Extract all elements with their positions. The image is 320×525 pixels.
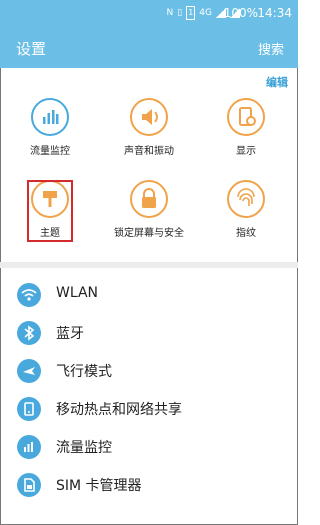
list-item-label: 移动热点和网络共享 — [56, 402, 182, 418]
bluetooth-icon — [17, 321, 41, 345]
selection-highlight — [27, 180, 73, 242]
list-item-hotspot[interactable]: 移动热点和网络共享 — [0, 390, 298, 428]
clock: 14:34 — [257, 6, 292, 20]
app-header: 设置 搜索 — [0, 26, 298, 68]
fingerprint-icon — [227, 180, 265, 218]
tile-label: 声音和振动 — [124, 146, 174, 157]
list-item-label: 飞行模式 — [56, 364, 112, 380]
tile-label: 显示 — [236, 146, 256, 157]
list-item-data-usage[interactable]: 流量监控 — [0, 428, 298, 466]
list-item-label: WLAN — [56, 285, 99, 301]
data-usage-icon — [17, 435, 41, 459]
list-item-label: 流量监控 — [56, 440, 112, 456]
tile-fingerprint[interactable]: 指纹 — [198, 170, 294, 239]
sim-indicator-icon: 1 — [186, 6, 196, 20]
tile-lock-security[interactable]: 锁定屏幕与安全 — [101, 170, 197, 239]
tile-data-usage[interactable]: 流量监控 — [2, 88, 98, 157]
list-item-bluetooth[interactable]: 蓝牙 — [0, 314, 298, 352]
list-item-label: 蓝牙 — [56, 326, 84, 342]
sim-card-icon — [17, 473, 41, 497]
search-button[interactable]: 搜索 — [258, 39, 284, 58]
vibrate-icon: ▯ — [177, 8, 183, 18]
network-type: 4G — [199, 8, 212, 18]
tile-sound[interactable]: 声音和振动 — [101, 88, 197, 157]
list-item-sim-manager[interactable]: SIM 卡管理器 — [0, 466, 298, 504]
lock-icon — [130, 180, 168, 218]
airplane-icon — [17, 359, 41, 383]
battery-level: 100% — [223, 6, 258, 20]
status-bar: N ▯ 1 4G 100% 14:34 — [0, 0, 298, 26]
tile-label: 锁定屏幕与安全 — [114, 228, 184, 239]
list-item-wlan[interactable]: WLAN — [0, 276, 298, 314]
hotspot-icon — [17, 397, 41, 421]
tile-display[interactable]: 显示 — [198, 88, 294, 157]
speaker-icon — [130, 98, 168, 136]
display-settings-icon — [227, 98, 265, 136]
wifi-icon — [17, 283, 41, 307]
list-item-airplane-mode[interactable]: 飞行模式 — [0, 352, 298, 390]
nfc-icon: N — [166, 8, 174, 18]
data-usage-icon — [31, 98, 69, 136]
page-title: 设置 — [16, 40, 47, 58]
section-divider — [0, 262, 298, 268]
tile-label: 指纹 — [236, 228, 256, 239]
tile-label: 流量监控 — [30, 146, 70, 157]
list-item-label: SIM 卡管理器 — [56, 478, 142, 494]
